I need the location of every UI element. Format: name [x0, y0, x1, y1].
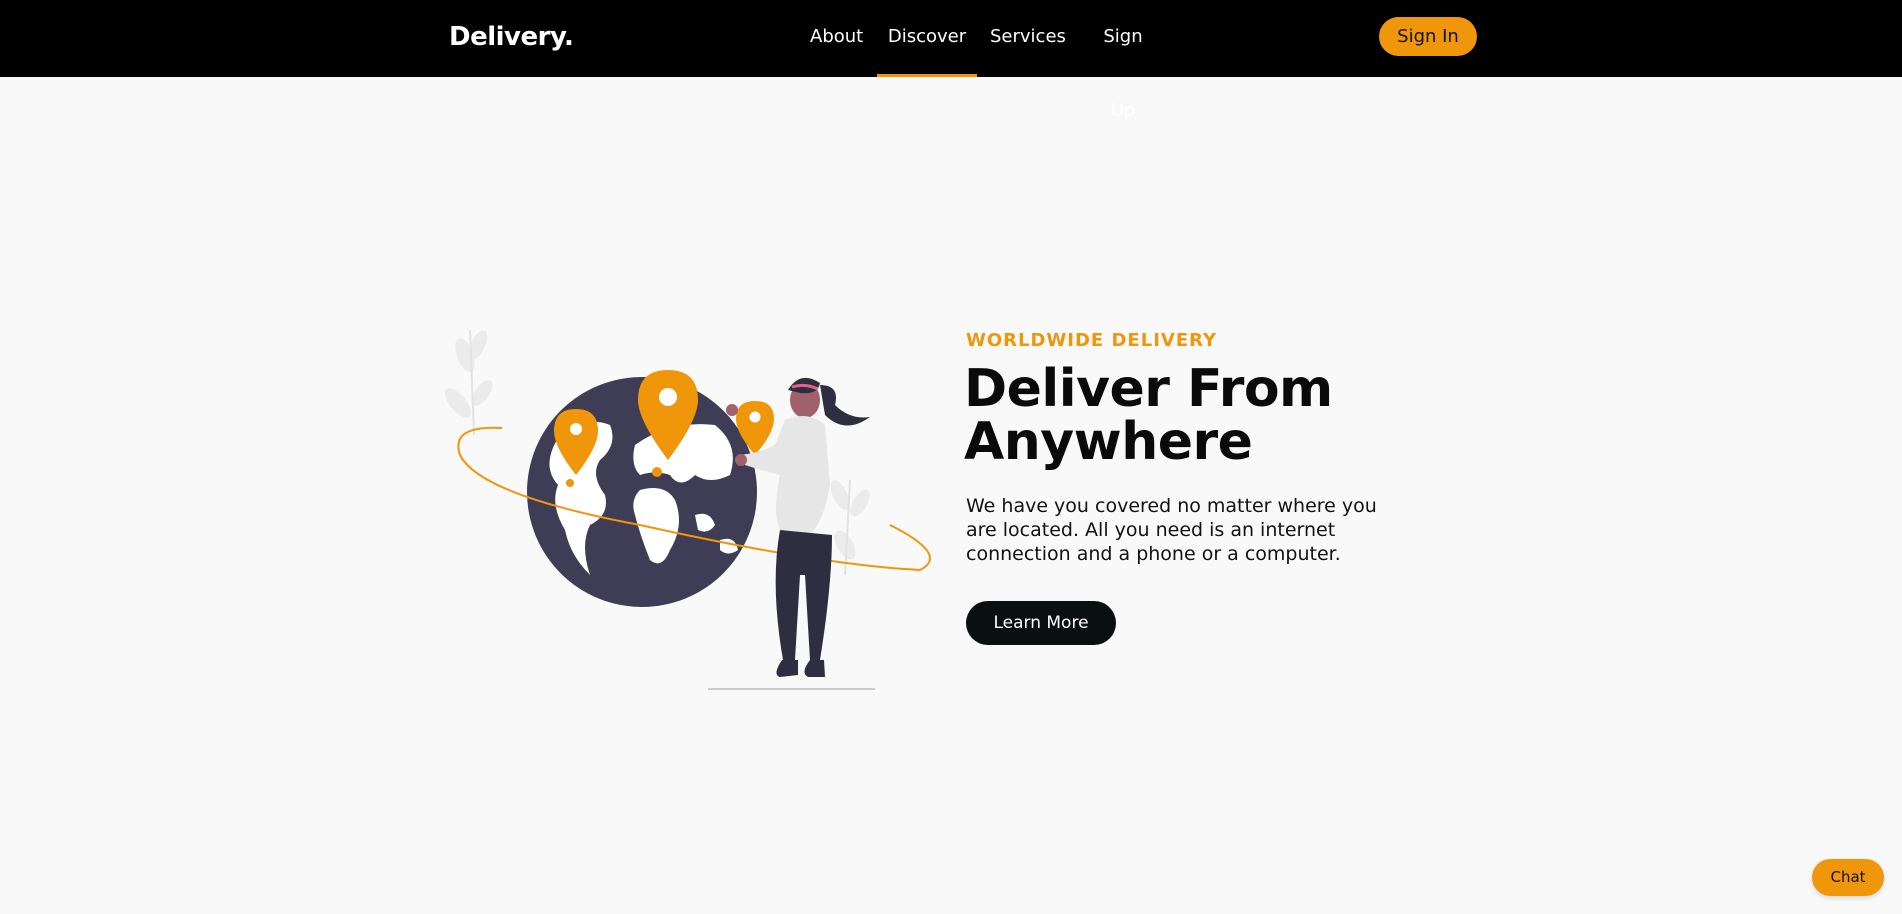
nav-item-about[interactable]: About — [810, 0, 863, 77]
nav-item-discover[interactable]: Discover — [877, 0, 977, 77]
brand-logo[interactable]: Delivery. — [449, 22, 574, 52]
hero-description: We have you covered no matter where you … — [966, 495, 1377, 565]
chat-button[interactable]: Chat — [1812, 859, 1884, 896]
learn-more-button[interactable]: Learn More — [966, 601, 1116, 645]
nav-item-services[interactable]: Services — [990, 0, 1066, 77]
plant-left-icon — [444, 329, 493, 436]
hero-eyebrow: WORLDWIDE DELIVERY — [966, 330, 1218, 351]
sign-in-button[interactable]: Sign In — [1379, 17, 1477, 56]
nav-item-sign-up[interactable]: Sign Up — [1090, 0, 1156, 121]
top-navbar: Delivery. About Discover Services Sign U… — [0, 0, 1902, 121]
hero-title: Deliver From Anywhere — [964, 359, 1333, 472]
globe-delivery-illustration — [444, 329, 931, 690]
